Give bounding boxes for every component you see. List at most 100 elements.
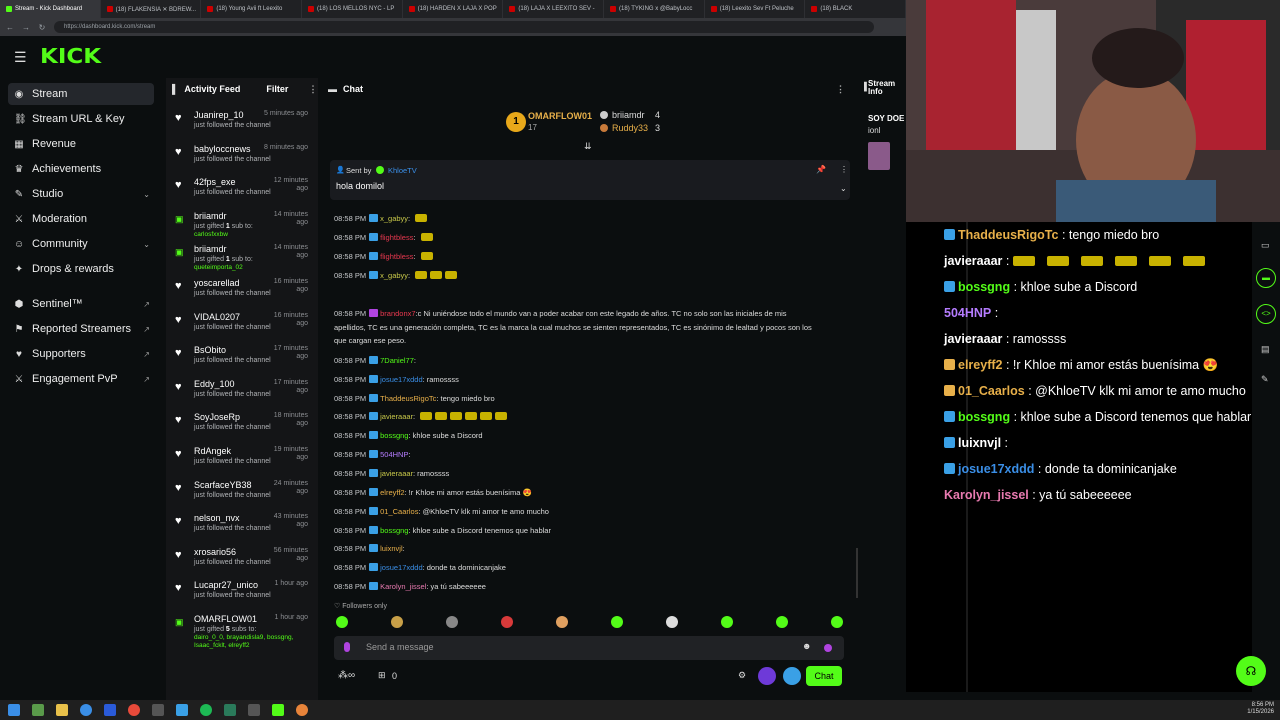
pinned-more-icon[interactable]: ⋮ [840,165,848,174]
feed-username[interactable]: briiamdr [194,211,227,221]
chat-input-box[interactable]: Send a message ☻ [334,636,844,660]
taskbar-app-3-icon[interactable] [152,704,164,716]
feed-username[interactable]: 42fps_exe [194,177,236,187]
chat-username[interactable]: javieraaar [380,412,413,421]
browser-tab[interactable]: (18) Leexito Sev Ft Peluche [705,0,806,18]
pinned-expand-icon[interactable]: ⌄ [840,184,847,193]
browser-tab[interactable]: (18) FLAKENSIA ✕ BDREW... [101,0,202,18]
chat-scrollbar[interactable] [856,548,858,598]
chat-username[interactable]: 7Daniel77 [380,356,414,365]
avatar-badge-1[interactable] [758,667,776,685]
mic-icon[interactable] [344,642,350,652]
chat-more-icon[interactable]: ⋮ [836,84,845,95]
overlay-tool-5-icon[interactable]: ✎ [1261,374,1269,385]
feed-username[interactable]: ScarfaceYB38 [194,480,252,490]
chat-username[interactable]: x_gabyy [380,214,408,223]
overlay-code-icon[interactable]: <> [1256,304,1276,324]
taskbar-app-2-icon[interactable] [104,704,116,716]
sidebar-item-stream-url-key[interactable]: ⛓ Stream URL & Key [8,108,154,130]
taskbar-app-4-icon[interactable] [224,704,236,716]
feed-username[interactable]: briiamdr [194,244,227,254]
firefox-icon[interactable] [296,704,308,716]
sidebar-item-community[interactable]: ☺ Community ⌄ [8,233,154,255]
taskbar-clock[interactable]: 8:56 PM 1/15/2026 [1247,702,1274,716]
emoji-icon[interactable]: ☻ [802,641,811,651]
chevron-down-icon[interactable]: ⌄ [143,240,150,249]
chat-input-placeholder[interactable]: Send a message [366,642,434,652]
quick-emote-icon[interactable] [556,616,568,628]
pinned-author[interactable]: KhloeTV [388,166,417,175]
gift-leader-third-name[interactable]: Ruddy33 [612,123,648,133]
feed-username[interactable]: SoyJoseRp [194,412,240,422]
external-link-icon[interactable]: ↗ [143,300,150,309]
browser-tab[interactable]: (18) LOS MELLOS NYC - LP [302,0,403,18]
browser-tab[interactable]: Stream - Kick Dashboard [0,0,101,18]
kick-taskbar-icon[interactable] [272,704,284,716]
chat-username[interactable]: brandonx7 [380,309,415,318]
chat-username[interactable]: x_gabyy [380,271,408,280]
chat-username[interactable]: elreyff2 [380,488,404,497]
chat-username[interactable]: bossgng [380,431,408,440]
chat-username[interactable]: Karolyn_jissel [380,582,426,591]
chat-username[interactable]: flightbless [380,233,413,242]
sidebar-item-studio[interactable]: ✎ Studio ⌄ [8,183,154,205]
spotify-icon[interactable] [200,704,212,716]
sidebar-item-sentinel[interactable]: ⬢ Sentinel™ ↗ [8,293,154,315]
quick-emote-icon[interactable] [831,616,843,628]
edge-icon[interactable] [80,704,92,716]
collapse-icon[interactable]: ⇊ [584,141,592,152]
external-link-icon[interactable]: ↗ [143,375,150,384]
start-icon[interactable] [8,704,20,716]
feed-username[interactable]: Juanirep_10 [194,110,244,120]
chat-username[interactable]: ThaddeusRigoTc [380,394,436,403]
kick-emote-icon[interactable] [824,644,832,652]
chat-username[interactable]: flightbless [380,252,413,261]
feed-username[interactable]: RdAngek [194,446,231,456]
feed-username[interactable]: yoscarellad [194,278,240,288]
chat-username[interactable]: bossgng [380,526,408,535]
filter-button[interactable]: Filter [266,84,288,94]
quick-emote-icon[interactable] [666,616,678,628]
chat-username[interactable]: josue17xddd [380,375,423,384]
feed-username[interactable]: babyloccnews [194,144,251,154]
chrome-icon[interactable] [128,704,140,716]
chat-username[interactable]: josue17xddd [380,563,423,572]
quick-emote-icon[interactable] [776,616,788,628]
reload-icon[interactable]: ↻ [38,23,46,32]
chat-username[interactable]: luixnvjl [380,544,403,553]
pin-icon[interactable]: 📌 [816,165,826,174]
taskbar-app-1-icon[interactable] [32,704,44,716]
chat-username[interactable]: 504HNP [380,450,408,459]
kick-logo[interactable]: KICK [40,44,101,68]
quick-emote-icon[interactable] [611,616,623,628]
telegram-icon[interactable] [176,704,188,716]
sidebar-item-supporters[interactable]: ♥ Supporters ↗ [8,343,154,365]
url-input[interactable]: https://dashboard.kick.com/stream [54,21,874,33]
external-link-icon[interactable]: ↗ [143,350,150,359]
quick-emote-icon[interactable] [721,616,733,628]
overlay-tool-4-icon[interactable]: ▤ [1261,344,1270,355]
feed-username[interactable]: VIDAL0207 [194,312,240,322]
browser-tab[interactable]: (18) Young Avii ft Leexito [201,0,303,18]
chat-username[interactable]: 01_Caarlos [380,507,418,516]
overlay-tool-1-icon[interactable]: ▭ [1261,240,1270,251]
send-chat-button[interactable]: Chat [806,666,842,686]
feed-username[interactable]: BsObito [194,345,226,355]
quick-emote-icon[interactable] [391,616,403,628]
chat-username[interactable]: javieraaar [380,469,413,478]
quick-emote-icon[interactable] [501,616,513,628]
more-icon[interactable]: ⋮ [308,84,317,95]
folder-icon[interactable] [56,704,68,716]
sidebar-item-reported-streamers[interactable]: ⚑ Reported Streamers ↗ [8,318,154,340]
menu-icon[interactable]: ☰ [14,49,27,66]
headset-button[interactable]: ☊ [1236,656,1266,686]
browser-tab[interactable]: (18) BLACK [805,0,906,18]
share-icon[interactable]: ⁂∞ [338,670,355,681]
feed-username[interactable]: nelson_nvx [194,513,240,523]
taskbar-app-5-icon[interactable] [248,704,260,716]
settings-icon[interactable]: ⚙ [738,670,746,681]
forward-icon[interactable]: → [22,23,30,32]
back-icon[interactable]: ← [6,23,14,32]
sidebar-item-drops-rewards[interactable]: ✦ Drops & rewards [8,258,154,280]
feed-username[interactable]: Eddy_100 [194,379,235,389]
